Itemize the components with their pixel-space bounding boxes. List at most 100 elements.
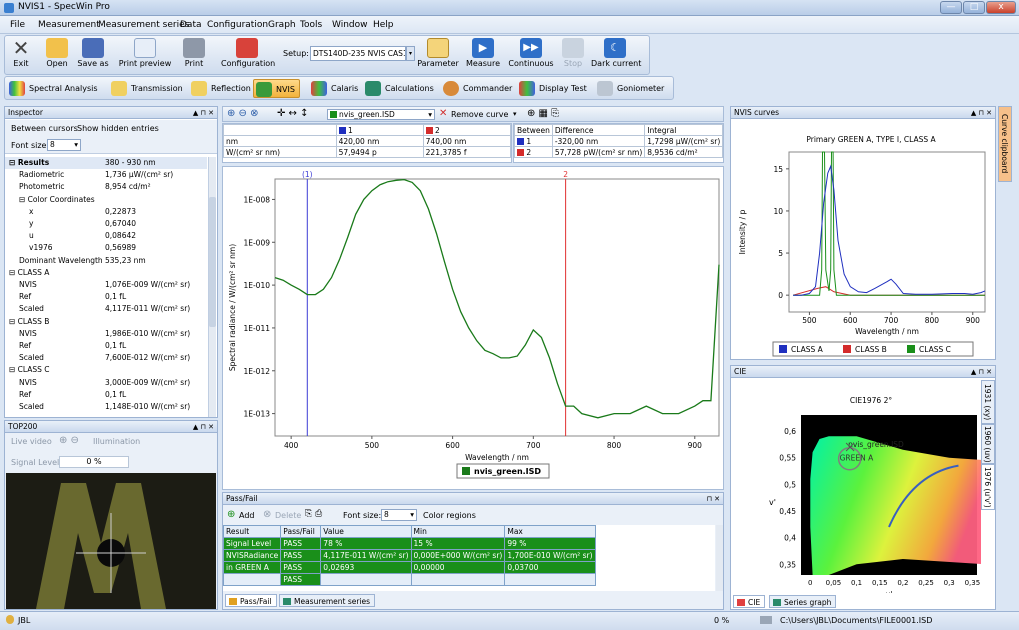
table-row[interactable]: NVISRadiance PASS 4,117E-011 W/(cm² sr) 0,0… (223, 549, 596, 562)
mode-calaris[interactable]: Calaris (309, 79, 358, 98)
zoom-tools-icon[interactable]: ⊕ ⊖ ⊗ (227, 108, 259, 119)
close-button[interactable]: x (986, 1, 1016, 14)
inspector-row[interactable]: Scaled 1,148E-010 W/(cm² sr) (5, 401, 207, 413)
setup-select[interactable]: DTS140D-235 NVIS CAS1( (310, 46, 406, 61)
inspector-row[interactable]: Radiometric 1,736 µW/(cm² sr) (5, 169, 207, 181)
tab-cie[interactable]: CIE (733, 595, 766, 608)
measure-button[interactable]: ▶ Measure (465, 37, 501, 74)
mode-transmission[interactable]: Transmission (109, 79, 183, 98)
inspector-scrollbar[interactable] (208, 157, 216, 417)
graph-options-icon[interactable]: ⊕ ▦ ⎘ (527, 108, 559, 119)
tab-cie-1960[interactable]: 1960 (uv) (981, 424, 995, 464)
open-button[interactable]: Open (41, 37, 73, 74)
add-button[interactable]: Add (239, 511, 255, 520)
dark-current-button[interactable]: ☾ Dark current (591, 37, 641, 74)
stop-button[interactable]: Stop (561, 37, 585, 74)
panel-controls-icon[interactable]: ▲ ⊓ ✕ (193, 421, 214, 433)
table-row[interactable]: in GREEN A PASS 0,02693 0,00000 0,03700 (223, 561, 596, 574)
mode-nvis[interactable]: NVIS (253, 79, 300, 98)
between-cursors-option[interactable]: Between cursors (11, 124, 78, 133)
delete-icon[interactable]: ⊗ (263, 509, 271, 520)
menu-help[interactable]: Help (373, 20, 394, 30)
mode-reflection[interactable]: Reflection (189, 79, 251, 98)
panel-controls-icon[interactable]: ▲ ⊓ ✕ (971, 107, 992, 119)
live-video-button[interactable]: Live video (11, 437, 52, 446)
continuous-button[interactable]: ▶▶ Continuous (507, 37, 555, 74)
color-regions-button[interactable]: Color regions (423, 511, 476, 520)
inspector-row[interactable]: ⊟ CLASS C (5, 364, 207, 376)
legend-label: CLASS A (791, 345, 824, 354)
inspector-row[interactable]: u 0,08642 (5, 230, 207, 242)
menu-window[interactable]: Window (332, 20, 368, 30)
mode-display-test[interactable]: Display Test (517, 79, 587, 98)
menu-configuration[interactable]: Configuration (207, 20, 268, 30)
inspector-row[interactable]: Ref 0,1 fL (5, 389, 207, 401)
inspector-row[interactable]: ⊟ CLASS B (5, 316, 207, 328)
tab-cie-1976[interactable]: 1976 (u'v') (981, 464, 995, 510)
configuration-button[interactable]: Configuration (221, 37, 275, 74)
font-size-select[interactable]: 8 ▾ (47, 139, 81, 151)
panel-controls-icon[interactable]: ▲ ⊓ ✕ (971, 366, 992, 378)
inspector-row[interactable]: Dominant Wavelength 535,23 nm (5, 255, 207, 267)
inspector-row[interactable]: x 0,22873 (5, 206, 207, 218)
menu-file[interactable]: File (10, 20, 25, 30)
table-row[interactable]: Signal Level PASS 78 % 15 % 99 % (223, 537, 596, 550)
mode-spectral-analysis[interactable]: Spectral Analysis (7, 79, 98, 98)
mode-goniometer[interactable]: Goniometer (595, 79, 664, 98)
tab-series-graph[interactable]: Series graph (769, 595, 837, 608)
cie-chart[interactable]: CIE1976 2° GREEN A nvis_green.ISD 0,35 0,4 0,… (731, 379, 981, 593)
spectrum-chart[interactable]: 1E-008 1E-009 1E-010 1E-011 1E-012 1E-013 400 5… (223, 167, 723, 489)
mode-calculations[interactable]: Calculations (363, 79, 434, 98)
inspector-row[interactable]: Ref 0,1 fL (5, 340, 207, 352)
menu-measurement-series[interactable]: Measurement series (98, 20, 189, 30)
pan-arrows-icon[interactable]: ✛ ↔ ↕ (277, 108, 309, 119)
tab-passfail[interactable]: Pass/Fail (225, 594, 277, 607)
setup-dropdown-icon[interactable]: ▾ (406, 46, 415, 61)
inspector-row[interactable]: ⊟ Color Coordinates (5, 194, 207, 206)
delete-button[interactable]: Delete (275, 511, 301, 520)
inspector-row[interactable]: NVIS 1,986E-010 W/(cm² sr) (5, 328, 207, 340)
pf-font-size-select[interactable]: 8 ▾ (381, 509, 417, 521)
inspector-row[interactable]: NVIS 3,000E-009 W/(cm² sr) (5, 377, 207, 389)
remove-curve-icon[interactable]: ✕ (439, 108, 447, 119)
tab-curve-clipboard[interactable]: Curve clipboard (998, 106, 1012, 182)
show-hidden-option[interactable]: Show hidden entries (77, 124, 159, 133)
passfail-scrollbar[interactable] (716, 525, 723, 591)
minimize-button[interactable]: — (940, 1, 962, 14)
menu-graph[interactable]: Graph (268, 20, 296, 30)
remove-curve-button[interactable]: Remove curve (451, 110, 508, 119)
print-preview-button[interactable]: Print preview (117, 37, 173, 74)
menu-data[interactable]: Data (180, 20, 202, 30)
mode-commander[interactable]: Commander (441, 79, 512, 98)
tab-cie-1931[interactable]: 1931 (xy) (981, 380, 995, 424)
exit-button[interactable]: ✕ Exit (7, 37, 35, 74)
illumination-button[interactable]: Illumination (93, 437, 140, 446)
add-icon[interactable]: ⊕ (227, 509, 235, 520)
copy-icon[interactable]: ⎘ ⎙ (305, 509, 322, 519)
save-as-button[interactable]: Save as (75, 37, 111, 74)
maximize-button[interactable]: □ (963, 1, 985, 14)
inspector-row[interactable]: ⊟ CLASS A (5, 267, 207, 279)
menu-measurement[interactable]: Measurement (38, 20, 100, 30)
printer-icon (183, 38, 205, 58)
panel-controls-icon[interactable]: ▲ ⊓ ✕ (193, 107, 214, 119)
inspector-row[interactable]: NVIS 1,076E-009 W/(cm² sr) (5, 279, 207, 291)
inspector-row[interactable]: Scaled 4,117E-011 W/(cm² sr) (5, 303, 207, 315)
menu-tools[interactable]: Tools (300, 20, 322, 30)
tab-measurement-series[interactable]: Measurement series (279, 594, 376, 607)
curve-select[interactable]: nvis_green.ISD ▾ (327, 109, 435, 120)
inspector-row[interactable]: y 0,67040 (5, 218, 207, 230)
nvis-curves-chart[interactable]: Primary GREEN A, TYPE I, CLASS A 0 5 10 15 50… (731, 120, 995, 359)
inspector-row[interactable]: Photometric 8,954 cd/m² (5, 181, 207, 193)
remove-curve-dropdown-icon[interactable]: ▾ (513, 110, 517, 118)
inspector-row[interactable]: ⊟ Results 380 - 930 nm (5, 157, 207, 169)
parameter-button[interactable]: Parameter (417, 37, 459, 74)
table-row[interactable]: PASS (223, 573, 596, 586)
print-button[interactable]: Print (179, 37, 209, 74)
inspector-row[interactable]: Scaled 7,600E-012 W/(cm² sr) (5, 352, 207, 364)
inspector-row-value: 1,986E-010 W/(cm² sr) (105, 328, 191, 338)
panel-controls-icon[interactable]: ⊓ ✕ (706, 493, 720, 505)
inspector-row[interactable]: v1976 0,56989 (5, 242, 207, 254)
inspector-row[interactable]: Ref 0,1 fL (5, 291, 207, 303)
zoom-icon[interactable]: ⊕ ⊖ (59, 435, 79, 446)
